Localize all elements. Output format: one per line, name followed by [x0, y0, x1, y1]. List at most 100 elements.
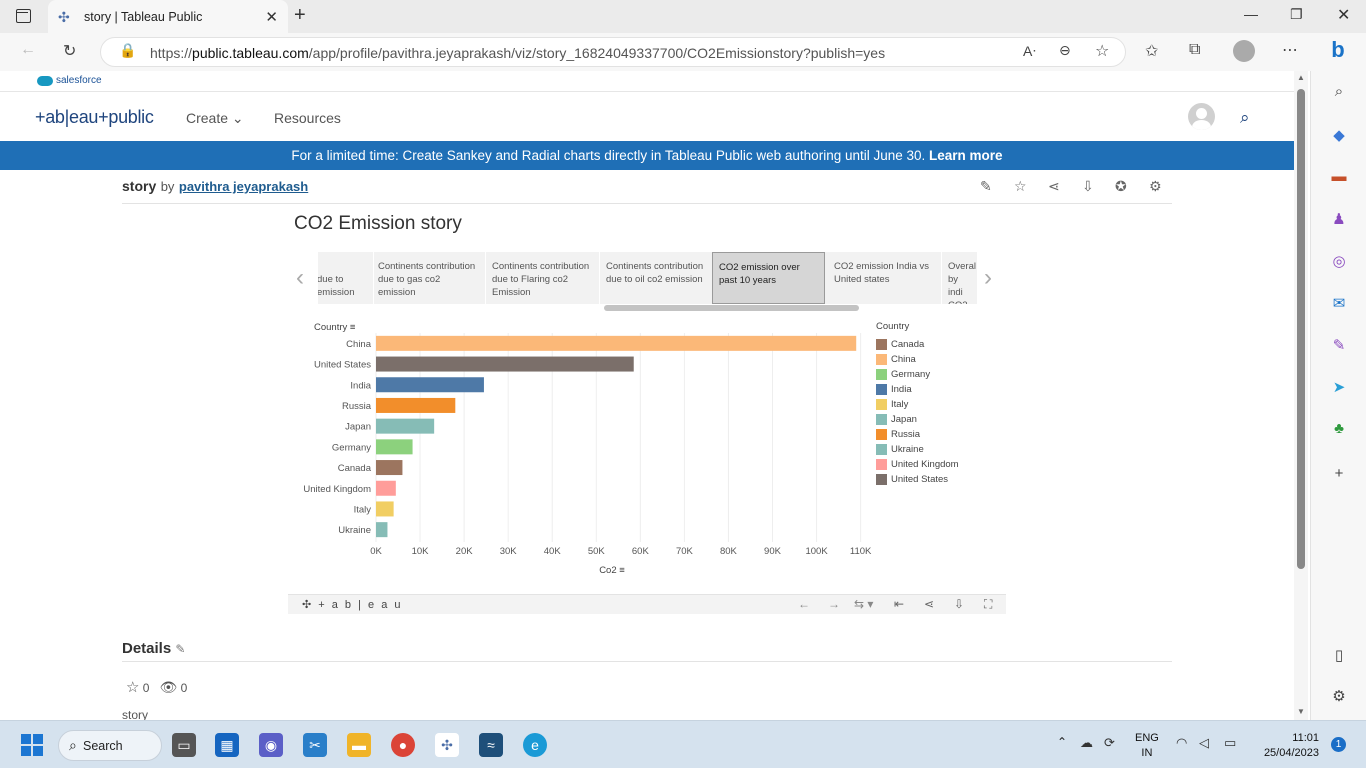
- viz-share-icon[interactable]: ⋖: [924, 597, 934, 611]
- read-aloud-icon[interactable]: Aᐧ: [1023, 43, 1036, 60]
- sidebar-add-icon[interactable]: +: [1328, 465, 1350, 483]
- start-icon[interactable]: [21, 734, 43, 756]
- tableau-public-logo[interactable]: +ab|eau+public: [35, 107, 154, 128]
- revert-icon[interactable]: ⇆ ▾: [854, 597, 873, 611]
- file-explorer-icon[interactable]: ▬: [347, 733, 371, 757]
- legend-item[interactable]: China: [876, 352, 959, 367]
- legend-item[interactable]: United States: [876, 472, 959, 487]
- story-point[interactable]: Continents contribution due to oil co2 e…: [600, 252, 714, 304]
- notification-badge[interactable]: 1: [1331, 737, 1346, 752]
- collections-icon[interactable]: ⧉: [1189, 41, 1200, 59]
- sidebar-collapse-icon[interactable]: ▯: [1328, 646, 1350, 664]
- author-link[interactable]: pavithra jeyaprakash: [179, 179, 308, 194]
- sync-icon[interactable]: ⟳: [1104, 735, 1115, 751]
- tab-actions-icon[interactable]: [16, 9, 31, 23]
- volume-icon[interactable]: ◁: [1199, 735, 1209, 751]
- revert-all-icon[interactable]: ⇤: [894, 597, 904, 611]
- user-avatar[interactable]: [1188, 103, 1215, 130]
- story-point[interactable]: Continents contribution due to gas co2 e…: [372, 252, 486, 304]
- story-point[interactable]: Overal by indi CO2 Em: [942, 252, 977, 304]
- sidebar-office-icon[interactable]: ◎: [1328, 252, 1350, 270]
- story-point[interactable]: CO2 emission India vs United states: [828, 252, 942, 304]
- salesforce-logo[interactable]: salesforce: [37, 75, 102, 86]
- story-point[interactable]: Continents contribution due to Flaring c…: [486, 252, 600, 304]
- undo-icon[interactable]: ←: [798, 597, 810, 611]
- cloud-icon[interactable]: ☁: [1080, 735, 1093, 751]
- favorite-icon[interactable]: ☆: [1014, 178, 1027, 195]
- scroll-up-icon[interactable]: ▲: [1297, 73, 1305, 82]
- sidebar-outlook-icon[interactable]: ✉: [1328, 294, 1350, 312]
- favorites-icon[interactable]: ✩: [1145, 41, 1158, 61]
- show-hidden-icons-icon[interactable]: ⌃: [1057, 735, 1067, 749]
- sidebar-shopping-icon[interactable]: ◆: [1328, 126, 1350, 144]
- tableau-footer-logo[interactable]: ✣ + a b | e a u: [302, 598, 403, 611]
- sidebar-games-icon[interactable]: ♟: [1328, 210, 1350, 228]
- zoom-out-icon[interactable]: ⊖: [1059, 42, 1071, 59]
- scrollbar-thumb[interactable]: [1297, 89, 1305, 569]
- battery-icon[interactable]: ▭: [1224, 735, 1236, 751]
- download-icon[interactable]: ⇩: [1082, 178, 1094, 195]
- scroll-down-icon[interactable]: ▼: [1297, 707, 1305, 716]
- sidebar-search-icon[interactable]: ⌕: [1328, 83, 1350, 101]
- browser-tab-active[interactable]: ✣ story | Tableau Public ✕: [48, 0, 288, 33]
- lock-icon[interactable]: 🔒: [119, 42, 136, 59]
- legend-item[interactable]: Japan: [876, 412, 959, 427]
- story-next-icon[interactable]: ›: [984, 264, 992, 292]
- language-indicator[interactable]: ENG IN: [1135, 731, 1159, 761]
- banner-learn-more-link[interactable]: Learn more: [929, 148, 1003, 163]
- minimize-icon[interactable]: —: [1244, 6, 1258, 22]
- restore-icon[interactable]: ❐: [1290, 6, 1303, 23]
- sidebar-settings-icon[interactable]: ⚙: [1328, 687, 1350, 705]
- story-prev-icon[interactable]: ‹: [296, 264, 304, 292]
- chrome-icon[interactable]: ●: [391, 733, 415, 757]
- badge-icon[interactable]: ✪: [1115, 178, 1127, 195]
- edge-icon[interactable]: e: [523, 733, 547, 757]
- sidebar-tools-icon[interactable]: ▬: [1328, 168, 1350, 186]
- star-icon[interactable]: ☆: [126, 679, 139, 696]
- teams-icon[interactable]: ◉: [259, 733, 283, 757]
- settings-icon[interactable]: ⚙: [1149, 178, 1162, 195]
- address-bar[interactable]: 🔒 https://public.tableau.com/app/profile…: [100, 37, 1126, 67]
- story-point-active[interactable]: CO2 emission over past 10 years: [712, 252, 825, 304]
- nav-create[interactable]: Create ⌄: [186, 110, 244, 127]
- search-icon[interactable]: ⌕: [1240, 108, 1250, 128]
- tableau-app-icon[interactable]: ✣: [435, 733, 459, 757]
- legend-item[interactable]: Russia: [876, 427, 959, 442]
- task-view-icon[interactable]: ▭: [172, 733, 196, 757]
- legend-item[interactable]: Italy: [876, 397, 959, 412]
- story-point[interactable]: due to emission: [318, 252, 374, 304]
- wifi-icon[interactable]: ◠: [1176, 735, 1187, 751]
- clock[interactable]: 11:01 25/04/2023: [1264, 731, 1319, 761]
- edit-viz-icon[interactable]: ✎: [980, 178, 992, 195]
- sidebar-send-icon[interactable]: ➤: [1328, 378, 1350, 396]
- legend-item[interactable]: Canada: [876, 337, 959, 352]
- new-tab-icon[interactable]: +: [294, 4, 306, 27]
- redo-icon[interactable]: →: [828, 597, 840, 611]
- sidebar-tree-icon[interactable]: ♣: [1328, 420, 1350, 438]
- fullscreen-icon[interactable]: ⛶: [984, 597, 992, 612]
- legend-item[interactable]: Ukraine: [876, 442, 959, 457]
- profile-icon[interactable]: [1233, 40, 1255, 62]
- window-close-icon[interactable]: ✕: [1337, 5, 1350, 25]
- legend-item[interactable]: Germany: [876, 367, 959, 382]
- refresh-icon[interactable]: ↻: [63, 41, 76, 61]
- page-scrollbar[interactable]: ▲ ▼: [1294, 71, 1308, 720]
- more-icon[interactable]: ⋯: [1282, 40, 1298, 60]
- url-text[interactable]: https://public.tableau.com/app/profile/p…: [150, 45, 885, 61]
- legend-item[interactable]: India: [876, 382, 959, 397]
- sidebar-designer-icon[interactable]: ✎: [1328, 336, 1350, 354]
- back-icon[interactable]: ←: [20, 41, 36, 59]
- viz-download-icon[interactable]: ⇩: [954, 597, 964, 611]
- legend-item[interactable]: United Kingdom: [876, 457, 959, 472]
- snipping-tool-icon[interactable]: ✂: [303, 733, 327, 757]
- edit-details-icon[interactable]: ✎: [175, 642, 185, 656]
- add-favorite-icon[interactable]: ☆: [1095, 41, 1109, 61]
- mysql-icon[interactable]: ≈: [479, 733, 503, 757]
- story-points-scrollbar[interactable]: [604, 305, 859, 311]
- share-icon[interactable]: ⋖: [1048, 178, 1060, 195]
- bing-icon[interactable]: b: [1322, 37, 1354, 67]
- nav-resources[interactable]: Resources: [274, 110, 341, 126]
- close-tab-icon[interactable]: ✕: [265, 8, 278, 26]
- taskbar-search[interactable]: ⌕ Search: [58, 730, 162, 761]
- widgets-icon[interactable]: ▦: [215, 733, 239, 757]
